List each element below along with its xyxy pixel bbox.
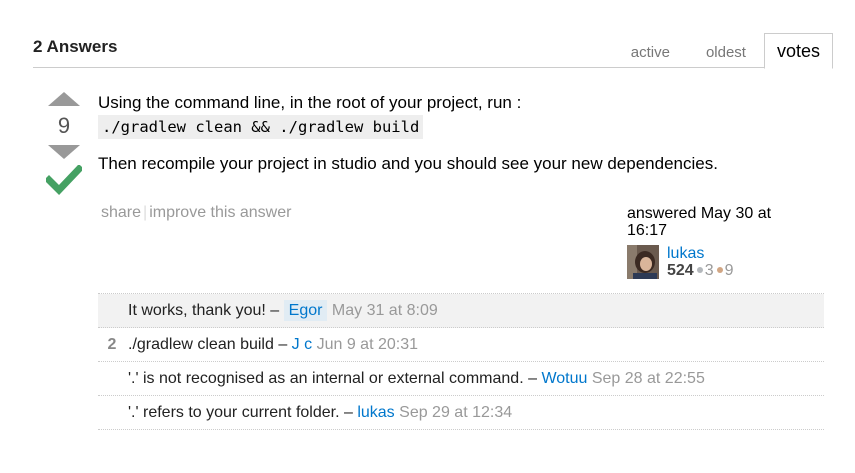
comment-score: 2 <box>107 336 117 353</box>
tab-votes[interactable]: votes <box>763 33 833 69</box>
comment-date[interactable]: Sep 28 at 22:55 <box>592 370 705 387</box>
comment-body: It works, thank you! – Egor May 31 at 8:… <box>128 294 438 328</box>
comment-user-link[interactable]: lukas <box>357 404 394 421</box>
sort-tabs: active oldest votes <box>613 32 833 69</box>
post-menu: share | improve this answer <box>101 204 291 222</box>
answer-code: ./gradlew clean && ./gradlew build <box>98 115 424 139</box>
answer-line-1: Using the command line, in the root of y… <box>98 93 522 112</box>
tab-active[interactable]: active <box>613 38 688 68</box>
comment-text: '.' is not recognised as an internal or … <box>128 370 537 387</box>
comment-row: '.' is not recognised as an internal or … <box>98 362 824 396</box>
user-info-card: answered May 30 at 16:17 lukas 524 3 9 <box>627 205 807 279</box>
answers-count-title: 2 Answers <box>33 37 118 56</box>
comment-date[interactable]: May 31 at 8:09 <box>332 302 438 319</box>
comment-user-link[interactable]: J c <box>292 336 312 353</box>
answered-time: answered May 30 at 16:17 <box>627 205 772 239</box>
user-reputation: 524 <box>667 262 694 279</box>
comment-row: '.' refers to your current folder. – luk… <box>98 396 824 430</box>
user-details: lukas 524 3 9 <box>667 245 734 279</box>
vote-count: 9 <box>57 113 71 138</box>
comment-body: ./gradlew clean build – J c Jun 9 at 20:… <box>128 328 418 362</box>
answer-paragraph-1: Using the command line, in the root of y… <box>98 92 828 139</box>
answer-body: Using the command line, in the root of y… <box>98 92 828 175</box>
comments-list: It works, thank you! – Egor May 31 at 8:… <box>98 293 824 430</box>
accepted-checkmark-icon <box>46 165 82 195</box>
share-link[interactable]: share <box>101 204 141 221</box>
comment-row: It works, thank you! – Egor May 31 at 8:… <box>98 294 824 328</box>
silver-badge-icon <box>696 266 703 273</box>
comment-date[interactable]: Jun 9 at 20:31 <box>317 336 418 353</box>
comment-date[interactable]: Sep 29 at 12:34 <box>399 404 512 421</box>
comment-text: ./gradlew clean build – <box>128 336 288 353</box>
user-name-link[interactable]: lukas <box>667 245 704 262</box>
comment-text: '.' refers to your current folder. – <box>128 404 353 421</box>
comment-user-link[interactable]: Wotuu <box>541 370 587 387</box>
upvote-arrow-icon[interactable] <box>48 92 80 106</box>
answers-header: 2 Answers active oldest votes <box>33 30 833 69</box>
comment-body: '.' is not recognised as an internal or … <box>128 362 705 396</box>
downvote-arrow-icon[interactable] <box>48 145 80 159</box>
tab-oldest[interactable]: oldest <box>688 38 764 68</box>
comment-row: 2 ./gradlew clean build – J c Jun 9 at 2… <box>98 328 824 362</box>
comment-user-link[interactable]: Egor <box>283 300 328 321</box>
bronze-badge-count: 9 <box>724 262 734 279</box>
vote-cell: 9 <box>44 92 84 195</box>
user-avatar[interactable] <box>627 245 659 279</box>
comment-text: It works, thank you! – <box>128 302 280 319</box>
answer-paragraph-2: Then recompile your project in studio an… <box>98 154 718 173</box>
silver-badge-count: 3 <box>704 262 714 279</box>
comment-body: '.' refers to your current folder. – luk… <box>128 396 512 430</box>
menu-separator: | <box>143 204 148 221</box>
bronze-badge-icon <box>716 266 723 273</box>
improve-answer-link[interactable]: improve this answer <box>149 204 291 221</box>
